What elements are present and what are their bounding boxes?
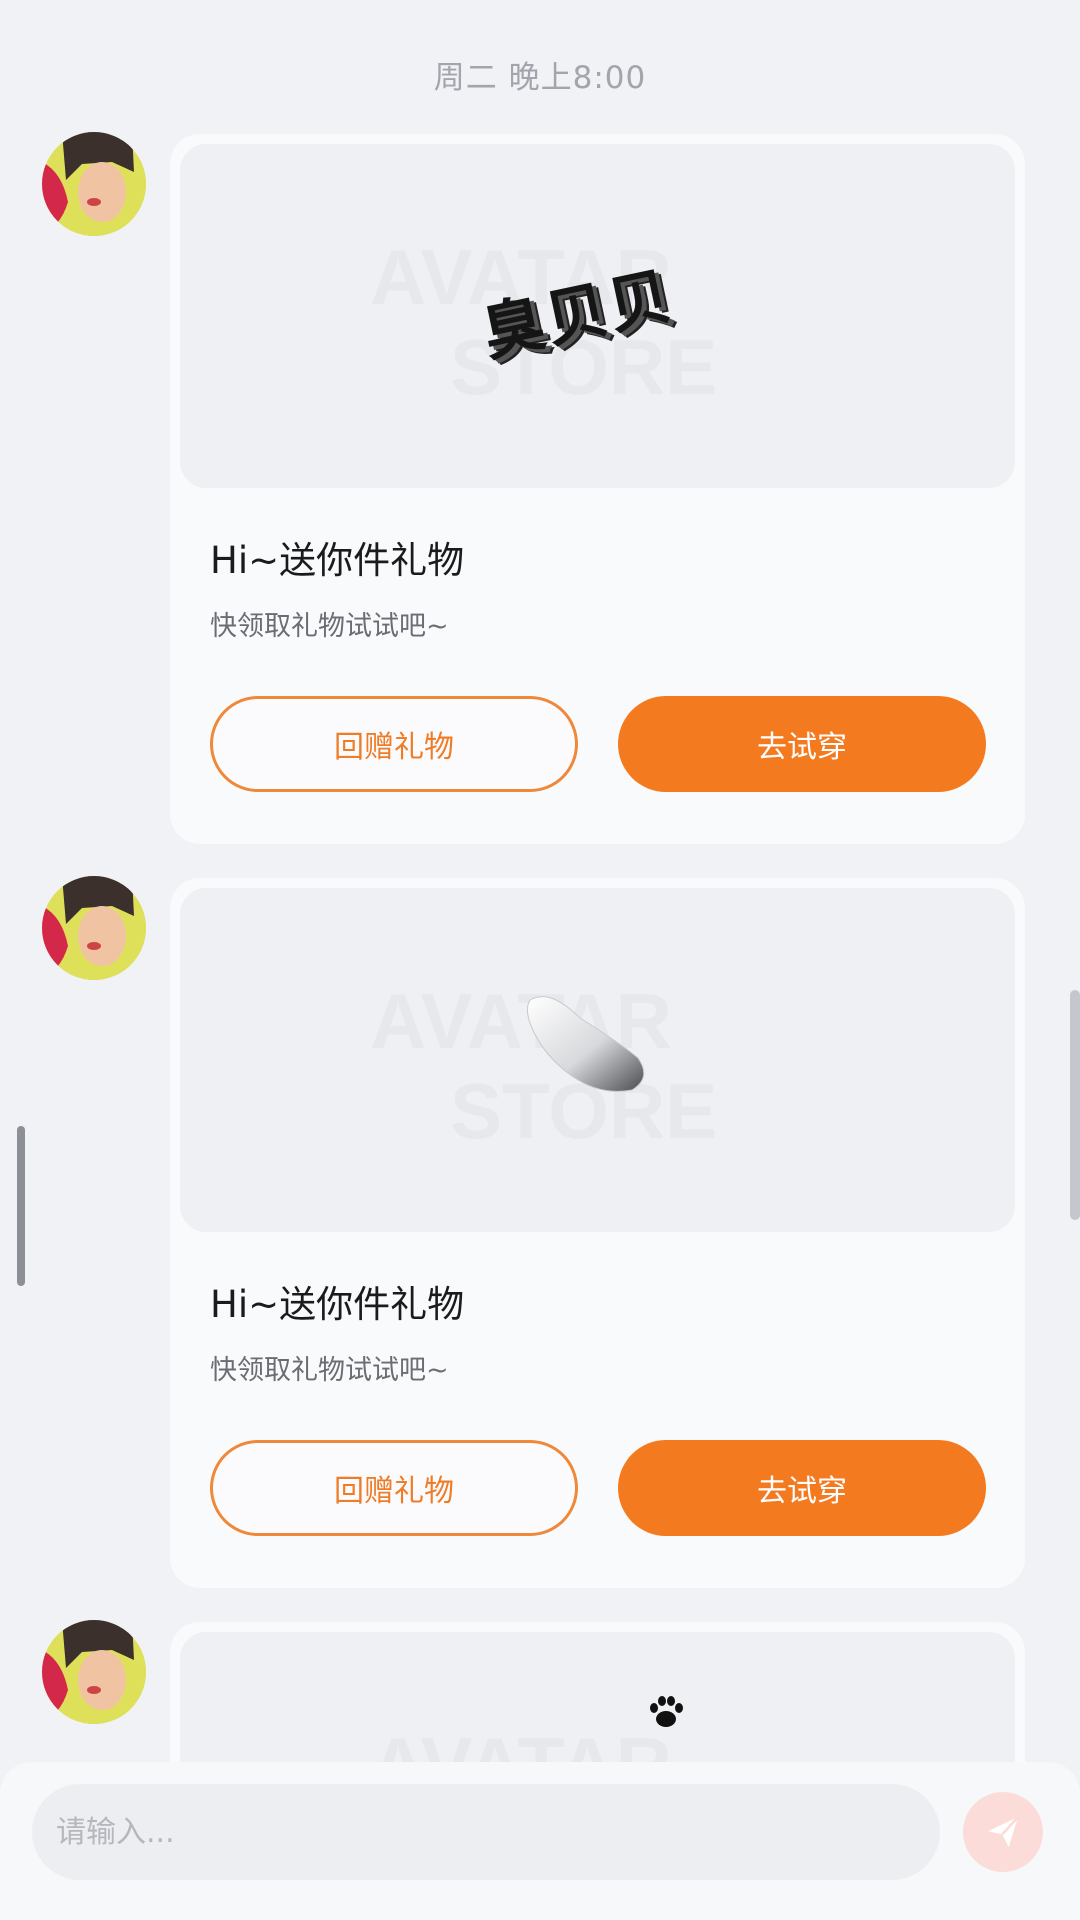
gift-preview-image[interactable]: AVATAR STORE 臭贝贝 [180, 144, 1015, 488]
chat-screen: 周二 晚上8:00 AVATAR STORE 臭贝贝 Hi~送你件礼物 快领取礼… [0, 0, 1080, 1920]
fur-tail-item-image [526, 996, 645, 1092]
send-button[interactable] [963, 1792, 1043, 1872]
message-input-bar [0, 1762, 1080, 1920]
return-gift-button[interactable]: 回赠礼物 [210, 1440, 578, 1536]
gift-message-subtitle: 快领取礼物试试吧~ [210, 1355, 449, 1386]
try-on-button[interactable]: 去试穿 [618, 696, 986, 792]
sender-avatar[interactable] [42, 876, 146, 980]
gift-message-subtitle: 快领取礼物试试吧~ [210, 611, 449, 642]
sender-avatar[interactable] [42, 1620, 146, 1724]
gift-preview-image[interactable]: AVATAR STORE [180, 888, 1015, 1232]
gift-message-card: AVATAR STORE Hi~送你件礼物 快领取礼物试试吧~ 回赠礼物 去试穿 [170, 878, 1025, 1588]
gift-message-card: AVATAR STORE 臭贝贝 Hi~送你件礼物 快领取礼物试试吧~ 回赠礼物… [170, 134, 1025, 844]
scrollbar-thumb[interactable] [1070, 990, 1080, 1220]
paper-plane-icon [988, 1816, 1019, 1847]
gift-message-title: Hi~送你件礼物 [210, 1283, 465, 1326]
scroll-indicator[interactable] [17, 1126, 25, 1286]
try-on-button[interactable]: 去试穿 [618, 1440, 986, 1536]
message-input[interactable] [32, 1784, 940, 1880]
gift-message-title: Hi~送你件礼物 [210, 539, 465, 582]
message-timestamp: 周二 晚上8:00 [433, 60, 647, 96]
paw-print-icon [650, 1696, 683, 1727]
sender-avatar[interactable] [42, 132, 146, 236]
return-gift-button[interactable]: 回赠礼物 [210, 696, 578, 792]
